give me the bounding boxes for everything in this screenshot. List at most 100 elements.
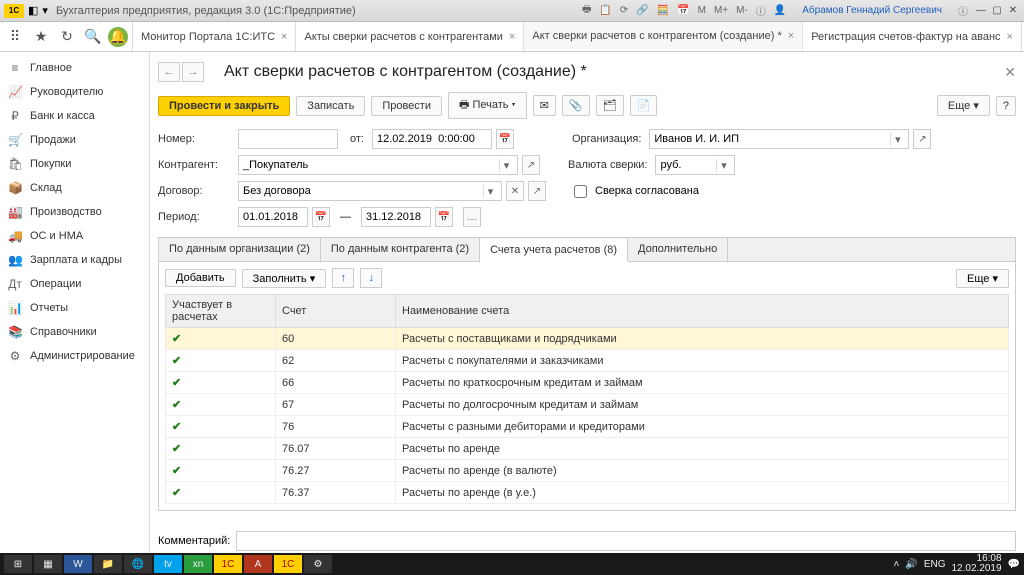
row-checkbox[interactable]: ✔ [172, 399, 181, 411]
info-icon[interactable]: ⓘ [754, 3, 768, 18]
tray-chevron-icon[interactable]: ˄ [894, 559, 900, 570]
task-item[interactable]: ⚙ [304, 555, 332, 573]
nav-back-icon[interactable]: ◧ [28, 4, 38, 17]
task-item[interactable]: 📁 [94, 555, 122, 573]
table-row[interactable]: ✔60Расчеты с поставщиками и подрядчиками [166, 328, 1009, 350]
panel-tab[interactable]: Счета учета расчетов (8) [480, 239, 628, 262]
m-plus-label[interactable]: M+ [712, 5, 730, 16]
dropdown-icon[interactable]: ▾ [42, 4, 48, 17]
table-row[interactable]: ✔76.27Расчеты по аренде (в валюте) [166, 460, 1009, 482]
close-page-icon[interactable]: ✕ [1004, 64, 1016, 81]
sidebar-item[interactable]: 🏭Производство [0, 200, 149, 224]
row-checkbox[interactable]: ✔ [172, 355, 181, 367]
structure-icon[interactable]: 📄 [630, 95, 658, 116]
task-item[interactable]: tv [154, 555, 182, 573]
sidebar-item[interactable]: 📊Отчеты [0, 296, 149, 320]
print-icon[interactable]: 🖶 [580, 2, 593, 19]
tray-date[interactable]: 12.02.2019 [951, 563, 1001, 574]
history-icon[interactable]: ↻ [56, 26, 78, 48]
task-item[interactable]: 1C [214, 555, 242, 573]
related-icon[interactable]: 🗂 [596, 95, 624, 116]
email-icon[interactable]: ✉ [533, 95, 556, 116]
sidebar-item[interactable]: 🚚ОС и НМА [0, 224, 149, 248]
tab-close-icon[interactable]: × [509, 31, 515, 43]
calendar-button[interactable]: 📅 [496, 129, 514, 149]
sidebar-item[interactable]: 🛒Продажи [0, 128, 149, 152]
tray-lang[interactable]: ENG [924, 559, 946, 570]
calendar-icon[interactable]: 📅 [675, 5, 691, 16]
start-button[interactable]: ⊞ [4, 555, 32, 573]
m-label[interactable]: M [696, 5, 708, 16]
calc-icon[interactable]: 🧮 [655, 5, 671, 16]
number-input[interactable] [238, 129, 338, 149]
column-header[interactable]: Наименование счета [396, 295, 1009, 328]
sidebar-item[interactable]: ДтОперации [0, 272, 149, 296]
sidebar-item[interactable]: ≡Главное [0, 56, 149, 80]
row-checkbox[interactable]: ✔ [172, 443, 181, 455]
tab-close-icon[interactable]: × [788, 30, 794, 42]
username-label[interactable]: Абрамов Геннадий Сергеевич [800, 5, 944, 16]
link-icon[interactable]: 🔗 [634, 5, 650, 16]
contragent-open-button[interactable]: ↗ [522, 155, 540, 175]
task-item[interactable]: xn [184, 555, 212, 573]
column-header[interactable]: Счет [276, 295, 396, 328]
panel-tab[interactable]: Дополнительно [628, 238, 728, 261]
forward-button[interactable]: → [182, 62, 204, 82]
more-button[interactable]: Еще ▾ [937, 95, 990, 116]
panel-tab[interactable]: По данным контрагента (2) [321, 238, 480, 261]
date-input[interactable] [372, 129, 492, 149]
sidebar-item[interactable]: 📦Склад [0, 176, 149, 200]
sidebar-item[interactable]: ₽Банк и касса [0, 104, 149, 128]
table-row[interactable]: ✔66Расчеты по краткосрочным кредитам и з… [166, 372, 1009, 394]
contract-clear-button[interactable]: ✕ [506, 181, 524, 201]
favorite-icon[interactable]: ★ [30, 26, 52, 48]
org-select[interactable]: Иванов И. И. ИП▾ [649, 129, 909, 149]
print-button[interactable]: 🖶 Печать ▾ [448, 92, 527, 119]
open-tab[interactable]: Монитор Портала 1С:ИТС× [133, 22, 296, 51]
row-checkbox[interactable]: ✔ [172, 421, 181, 433]
table-row[interactable]: ✔76Расчеты с разными дебиторами и кредит… [166, 416, 1009, 438]
table-row[interactable]: ✔67Расчеты по долгосрочным кредитам и за… [166, 394, 1009, 416]
fill-button[interactable]: Заполнить ▾ [242, 269, 327, 288]
table-row[interactable]: ✔76.37Расчеты по аренде (в у.е.) [166, 482, 1009, 504]
attach-icon[interactable]: 📎 [562, 95, 590, 116]
add-button[interactable]: Добавить [165, 269, 236, 287]
move-up-button[interactable]: ↑ [332, 268, 354, 288]
clipboard-icon[interactable]: 📋 [597, 5, 613, 16]
info2-icon[interactable]: ⓘ [956, 3, 970, 18]
currency-select[interactable]: руб.▾ [655, 155, 735, 175]
refresh-icon[interactable]: ⟳ [618, 5, 630, 16]
close-icon[interactable]: ✕ [1006, 5, 1020, 16]
org-open-button[interactable]: ↗ [913, 129, 931, 149]
tab-close-icon[interactable]: × [1007, 31, 1013, 43]
open-tab[interactable]: Акты сверки расчетов с контрагентами× [296, 22, 524, 51]
m-minus-label[interactable]: M- [734, 5, 750, 16]
tab-close-icon[interactable]: × [281, 31, 287, 43]
row-checkbox[interactable]: ✔ [172, 333, 181, 345]
open-tab[interactable]: Регистрация счетов-фактур на аванс× [803, 22, 1022, 51]
reconciled-checkbox[interactable] [574, 185, 587, 198]
comment-input[interactable] [236, 531, 1016, 551]
period-to-input[interactable] [361, 207, 431, 227]
table-row[interactable]: ✔62Расчеты с покупателями и заказчиками [166, 350, 1009, 372]
notifications-icon[interactable]: 🔔 [108, 27, 128, 47]
row-checkbox[interactable]: ✔ [172, 377, 181, 389]
write-button[interactable]: Записать [296, 96, 365, 116]
post-button[interactable]: Провести [371, 96, 442, 116]
help-button[interactable]: ? [996, 96, 1016, 116]
contract-select[interactable]: Без договора▾ [238, 181, 502, 201]
sidebar-item[interactable]: ⚙Администрирование [0, 344, 149, 368]
tray-volume-icon[interactable]: 🔊 [905, 559, 917, 570]
tab-more-button[interactable]: Еще ▾ [956, 269, 1009, 288]
sidebar-item[interactable]: 📈Руководителю [0, 80, 149, 104]
table-row[interactable]: ✔76.07Расчеты по аренде [166, 438, 1009, 460]
minimize-icon[interactable]: — [974, 5, 988, 16]
contragent-select[interactable]: _Покупатель▾ [238, 155, 518, 175]
sidebar-item[interactable]: 📚Справочники [0, 320, 149, 344]
row-checkbox[interactable]: ✔ [172, 465, 181, 477]
back-button[interactable]: ← [158, 62, 180, 82]
panel-tab[interactable]: По данным организации (2) [159, 238, 321, 261]
post-and-close-button[interactable]: Провести и закрыть [158, 96, 290, 116]
task-item[interactable]: 1C [274, 555, 302, 573]
task-item[interactable]: W [64, 555, 92, 573]
